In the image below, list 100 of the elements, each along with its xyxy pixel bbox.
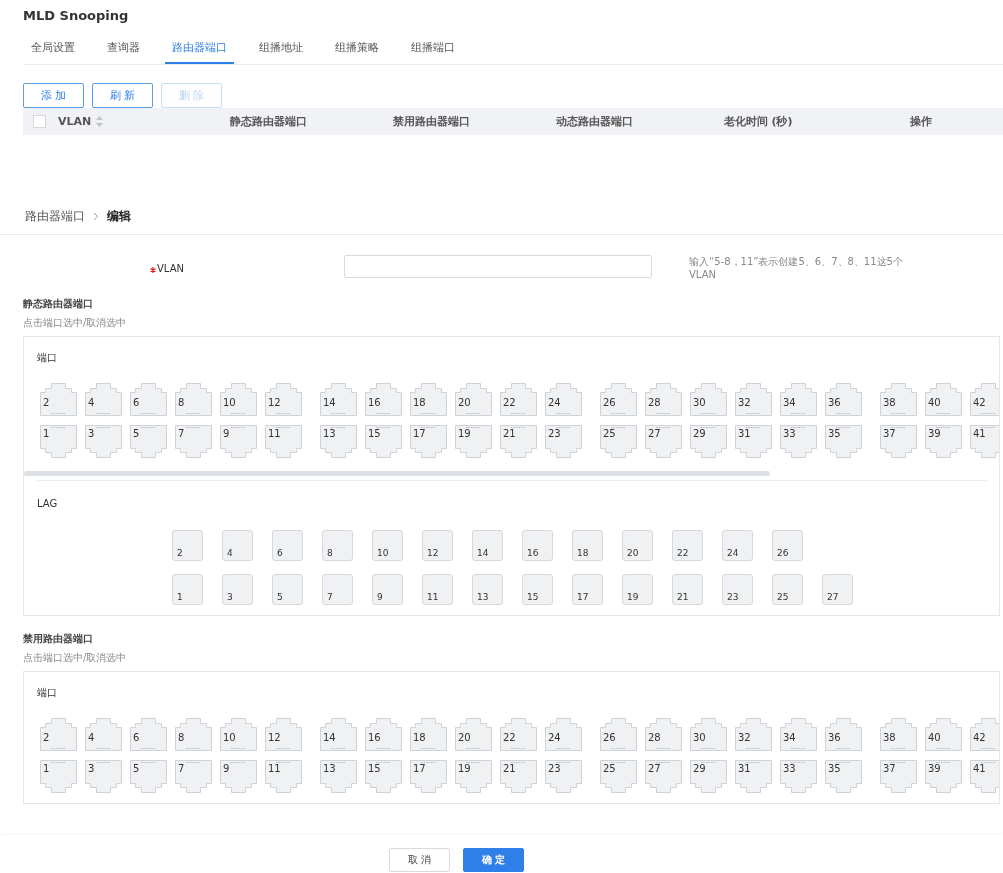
- vlan-input-field[interactable]: [344, 255, 652, 278]
- port-button[interactable]: 37: [880, 425, 917, 458]
- lag-button[interactable]: 17: [572, 574, 603, 605]
- lag-button[interactable]: 21: [672, 574, 703, 605]
- port-button[interactable]: 2: [40, 383, 77, 416]
- toolbar-button[interactable]: 刷 新: [92, 83, 153, 108]
- port-button[interactable]: 36: [825, 383, 862, 416]
- lag-button[interactable]: 11: [422, 574, 453, 605]
- scrollbar[interactable]: [24, 471, 770, 476]
- lag-button[interactable]: 22: [672, 530, 703, 561]
- port-button[interactable]: 30: [690, 718, 727, 751]
- port-button[interactable]: 1: [40, 760, 77, 793]
- lag-button[interactable]: 1: [172, 574, 203, 605]
- port-button[interactable]: 42: [970, 718, 999, 751]
- port-button[interactable]: 12: [265, 383, 302, 416]
- select-all-checkbox[interactable]: [33, 115, 46, 128]
- port-button[interactable]: 39: [925, 760, 962, 793]
- port-button[interactable]: 16: [365, 383, 402, 416]
- lag-button[interactable]: 23: [722, 574, 753, 605]
- port-button[interactable]: 24: [545, 383, 582, 416]
- port-button[interactable]: 5: [130, 760, 167, 793]
- port-button[interactable]: 13: [320, 425, 357, 458]
- lag-button[interactable]: 4: [222, 530, 253, 561]
- port-button[interactable]: 24: [545, 718, 582, 751]
- port-button[interactable]: 6: [130, 383, 167, 416]
- port-button[interactable]: 31: [735, 760, 772, 793]
- port-button[interactable]: 8: [175, 383, 212, 416]
- port-button[interactable]: 10: [220, 383, 257, 416]
- port-button[interactable]: 4: [85, 383, 122, 416]
- lag-button[interactable]: 18: [572, 530, 603, 561]
- port-button[interactable]: 27: [645, 760, 682, 793]
- lag-button[interactable]: 15: [522, 574, 553, 605]
- port-button[interactable]: 19: [455, 760, 492, 793]
- port-button[interactable]: 20: [455, 718, 492, 751]
- lag-button[interactable]: 13: [472, 574, 503, 605]
- port-button[interactable]: 8: [175, 718, 212, 751]
- port-button[interactable]: 7: [175, 425, 212, 458]
- port-button[interactable]: 28: [645, 718, 682, 751]
- port-button[interactable]: 26: [600, 383, 637, 416]
- tab[interactable]: 组播地址: [252, 36, 310, 64]
- lag-button[interactable]: 3: [222, 574, 253, 605]
- port-button[interactable]: 3: [85, 425, 122, 458]
- port-button[interactable]: 38: [880, 718, 917, 751]
- port-button[interactable]: 16: [365, 718, 402, 751]
- port-button[interactable]: 17: [410, 425, 447, 458]
- port-button[interactable]: 9: [220, 425, 257, 458]
- port-button[interactable]: 18: [410, 718, 447, 751]
- port-button[interactable]: 30: [690, 383, 727, 416]
- port-button[interactable]: 7: [175, 760, 212, 793]
- port-button[interactable]: 17: [410, 760, 447, 793]
- lag-button[interactable]: 8: [322, 530, 353, 561]
- port-button[interactable]: 25: [600, 760, 637, 793]
- port-button[interactable]: 42: [970, 383, 999, 416]
- confirm-button[interactable]: 确 定: [463, 848, 524, 872]
- port-button[interactable]: 32: [735, 718, 772, 751]
- port-button[interactable]: 21: [500, 760, 537, 793]
- port-button[interactable]: 23: [545, 425, 582, 458]
- port-button[interactable]: 36: [825, 718, 862, 751]
- port-button[interactable]: 6: [130, 718, 167, 751]
- port-button[interactable]: 2: [40, 718, 77, 751]
- sort-icon[interactable]: [96, 116, 104, 127]
- toolbar-button[interactable]: 添 加: [23, 83, 84, 108]
- port-button[interactable]: 19: [455, 425, 492, 458]
- port-button[interactable]: 20: [455, 383, 492, 416]
- lag-button[interactable]: 25: [772, 574, 803, 605]
- tab[interactable]: 查询器: [100, 36, 147, 64]
- port-button[interactable]: 3: [85, 760, 122, 793]
- port-button[interactable]: 5: [130, 425, 167, 458]
- port-button[interactable]: 10: [220, 718, 257, 751]
- port-button[interactable]: 26: [600, 718, 637, 751]
- port-button[interactable]: 39: [925, 425, 962, 458]
- port-button[interactable]: 15: [365, 760, 402, 793]
- port-button[interactable]: 34: [780, 718, 817, 751]
- lag-button[interactable]: 2: [172, 530, 203, 561]
- port-button[interactable]: 34: [780, 383, 817, 416]
- lag-button[interactable]: 9: [372, 574, 403, 605]
- lag-button[interactable]: 7: [322, 574, 353, 605]
- tab[interactable]: 组播端口: [404, 36, 462, 64]
- port-button[interactable]: 23: [545, 760, 582, 793]
- port-button[interactable]: 4: [85, 718, 122, 751]
- port-button[interactable]: 29: [690, 425, 727, 458]
- lag-button[interactable]: 5: [272, 574, 303, 605]
- port-button[interactable]: 33: [780, 425, 817, 458]
- port-button[interactable]: 9: [220, 760, 257, 793]
- port-button[interactable]: 33: [780, 760, 817, 793]
- port-button[interactable]: 13: [320, 760, 357, 793]
- port-button[interactable]: 12: [265, 718, 302, 751]
- port-button[interactable]: 21: [500, 425, 537, 458]
- port-button[interactable]: 31: [735, 425, 772, 458]
- port-button[interactable]: 41: [970, 760, 999, 793]
- port-button[interactable]: 40: [925, 383, 962, 416]
- port-button[interactable]: 29: [690, 760, 727, 793]
- port-button[interactable]: 27: [645, 425, 682, 458]
- tab[interactable]: 全局设置: [23, 36, 82, 64]
- port-button[interactable]: 35: [825, 760, 862, 793]
- lag-button[interactable]: 19: [622, 574, 653, 605]
- lag-button[interactable]: 16: [522, 530, 553, 561]
- tab[interactable]: 组播策略: [328, 36, 386, 64]
- lag-button[interactable]: 26: [772, 530, 803, 561]
- port-button[interactable]: 22: [500, 718, 537, 751]
